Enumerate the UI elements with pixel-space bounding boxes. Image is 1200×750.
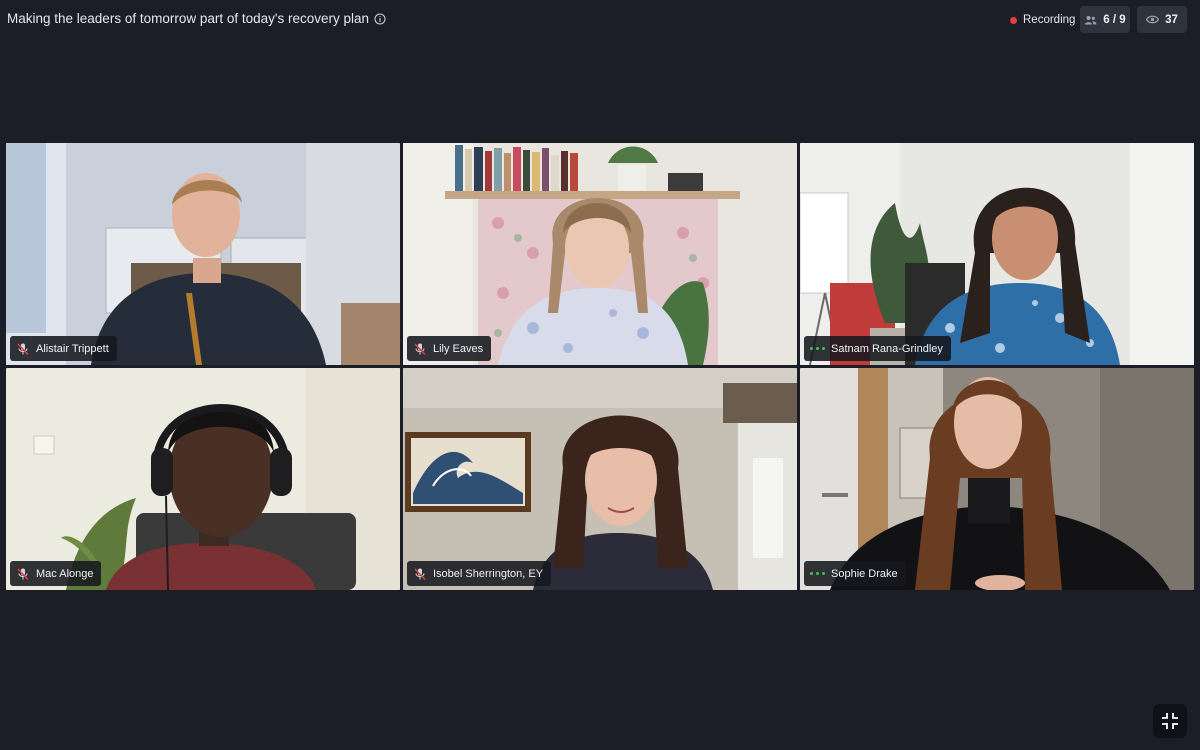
participant-video xyxy=(403,143,797,365)
top-bar: Making the leaders of tomorrow part of t… xyxy=(0,0,1200,40)
info-circle-icon[interactable] xyxy=(374,13,386,25)
participant-video xyxy=(403,368,797,590)
mic-off-icon xyxy=(414,567,426,580)
speaking-indicator-icon xyxy=(810,347,825,350)
participant-video xyxy=(6,368,400,590)
session-title-text: Making the leaders of tomorrow part of t… xyxy=(7,11,370,26)
participant-video xyxy=(800,143,1194,365)
participant-nametag: Sophie Drake xyxy=(804,561,906,586)
participant-name: Alistair Trippett xyxy=(36,342,109,355)
participant-nametag: Satnam Rana-Grindley xyxy=(804,336,951,361)
participant-nametag: Alistair Trippett xyxy=(10,336,117,361)
exit-fullscreen-button[interactable] xyxy=(1153,704,1187,738)
participant-name: Sophie Drake xyxy=(831,567,898,580)
video-tile[interactable]: Lily Eaves xyxy=(403,143,797,365)
participant-name: Lily Eaves xyxy=(433,342,484,355)
mic-off-icon xyxy=(17,342,29,355)
recording-label: Recording xyxy=(1023,14,1076,26)
mic-off-icon xyxy=(414,342,426,355)
participant-name: Mac Alonge xyxy=(36,567,94,580)
participants-count: 6 / 9 xyxy=(1103,13,1126,26)
recording-indicator: Recording xyxy=(1010,12,1075,28)
participants-button[interactable]: 6 / 9 xyxy=(1080,6,1130,33)
session-title: Making the leaders of tomorrow part of t… xyxy=(7,11,386,26)
exit-fullscreen-icon xyxy=(1162,713,1178,729)
recording-dot-icon xyxy=(1010,16,1017,24)
video-tile[interactable]: Satnam Rana-Grindley xyxy=(800,143,1194,365)
participant-video xyxy=(6,143,400,365)
speaking-indicator-icon xyxy=(810,572,825,575)
participant-name: Isobel Sherrington, EY xyxy=(433,567,544,580)
participant-nametag: Mac Alonge xyxy=(10,561,102,586)
participant-nametag: Isobel Sherrington, EY xyxy=(407,561,552,586)
video-tile[interactable]: Alistair Trippett xyxy=(6,143,400,365)
viewers-count: 37 xyxy=(1165,13,1178,26)
mic-off-icon xyxy=(17,567,29,580)
people-icon xyxy=(1085,15,1097,24)
participant-video xyxy=(800,368,1194,590)
video-tile[interactable]: Sophie Drake xyxy=(800,368,1194,590)
video-tile[interactable]: Isobel Sherrington, EY xyxy=(403,368,797,590)
participant-name: Satnam Rana-Grindley xyxy=(831,342,943,355)
video-tile[interactable]: Mac Alonge xyxy=(6,368,400,590)
viewers-button[interactable]: 37 xyxy=(1137,6,1187,33)
participant-nametag: Lily Eaves xyxy=(407,336,492,361)
eye-icon xyxy=(1146,15,1160,24)
